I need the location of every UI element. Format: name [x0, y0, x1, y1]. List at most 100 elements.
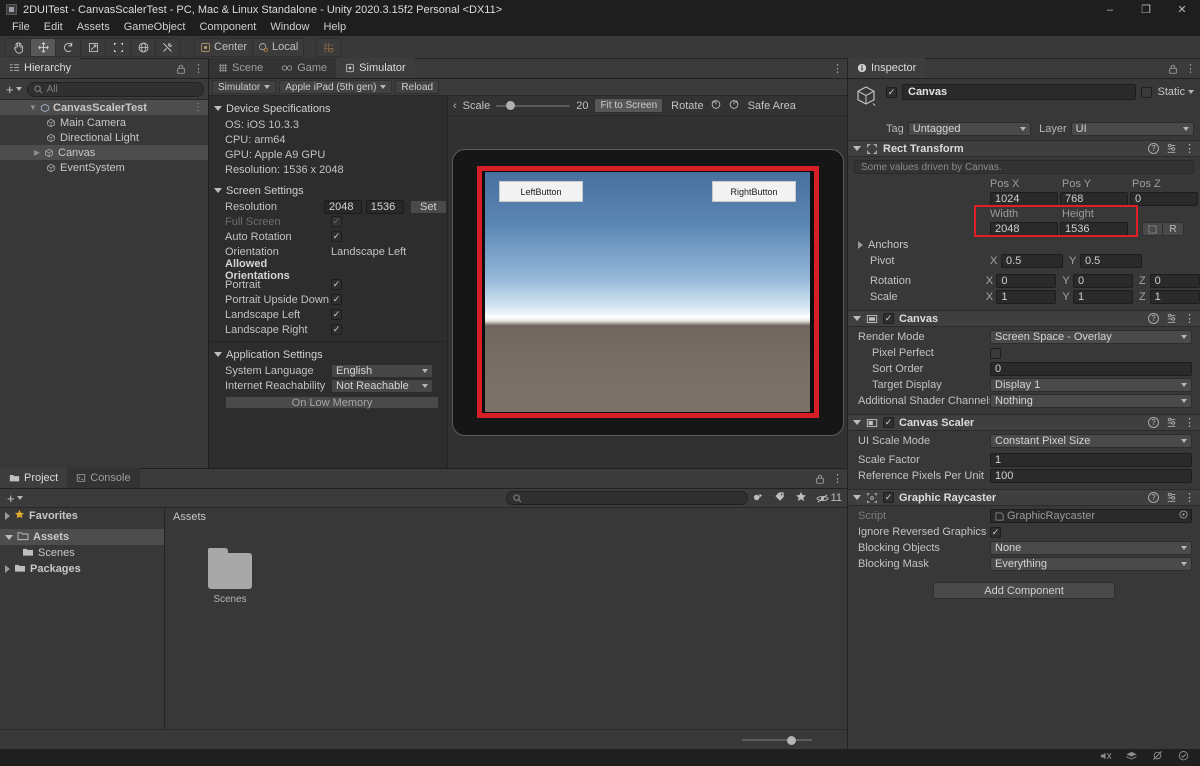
gameobject-enabled-checkbox[interactable]: ✓	[886, 86, 897, 98]
landscape-left-checkbox[interactable]: ✓	[331, 309, 342, 320]
help-icon[interactable]: ?	[1148, 417, 1159, 428]
device-specifications-header[interactable]: Device Specifications	[209, 100, 447, 117]
kebab-icon[interactable]: ⋮	[1184, 313, 1195, 324]
blueprint-icon[interactable]	[1142, 222, 1163, 236]
ignore-reversed-checkbox[interactable]: ✓	[990, 526, 1001, 538]
filter-type-icon[interactable]	[752, 491, 765, 506]
rotate-tool-button[interactable]	[55, 37, 80, 57]
pivot-mode-button[interactable]: Center	[194, 37, 253, 57]
rotation-z-input[interactable]: 0	[1149, 274, 1200, 288]
safe-area-button[interactable]: Safe Area	[748, 100, 796, 112]
auto-rotation-checkbox[interactable]: ✓	[331, 231, 342, 242]
chevron-right-icon[interactable]: ▶	[32, 148, 42, 157]
menu-gameobject[interactable]: GameObject	[117, 19, 193, 36]
preset-icon[interactable]	[1166, 417, 1177, 428]
height-input[interactable]: 1536	[1060, 222, 1128, 236]
collapse-icon[interactable]: ‹	[453, 100, 457, 112]
canvas-enabled-checkbox[interactable]: ✓	[883, 313, 894, 324]
close-button[interactable]: ✕	[1164, 0, 1200, 19]
help-icon[interactable]: ?	[1148, 313, 1159, 324]
kebab-icon[interactable]: ⋮	[1184, 492, 1195, 503]
simulator-mode-dropdown[interactable]: Simulator	[212, 80, 277, 94]
layers-status-icon[interactable]	[1125, 750, 1138, 765]
on-low-memory-button[interactable]: On Low Memory	[225, 396, 439, 409]
chevron-right-icon[interactable]	[5, 565, 10, 573]
chevron-down-icon[interactable]: ▼	[28, 103, 38, 112]
gameobject-name-input[interactable]: Canvas	[902, 84, 1137, 100]
sort-order-input[interactable]: 0	[990, 362, 1192, 376]
asset-item-scenes[interactable]: Scenes	[190, 548, 270, 605]
lock-icon[interactable]	[176, 64, 186, 75]
slider-knob[interactable]	[787, 735, 796, 745]
hierarchy-item-canvas[interactable]: ▶ Canvas	[0, 145, 208, 160]
menu-help[interactable]: Help	[316, 19, 353, 36]
filter-label-icon[interactable]	[774, 491, 786, 506]
project-tree-item-favorites[interactable]: Favorites	[0, 508, 164, 524]
canvas-component-header[interactable]: ✓ Canvas ? ⋮	[848, 310, 1200, 327]
reference-ppu-input[interactable]: 100	[990, 469, 1192, 483]
rect-tool-button[interactable]	[105, 37, 130, 57]
scale-slider[interactable]	[496, 100, 571, 112]
rotation-x-input[interactable]: 0	[996, 274, 1057, 288]
kebab-icon[interactable]: ⋮	[193, 102, 203, 113]
project-tree-item-scenes[interactable]: Scenes	[0, 545, 164, 561]
fit-to-screen-button[interactable]: Fit to Screen	[594, 98, 664, 113]
chevron-right-icon[interactable]	[858, 241, 863, 249]
menu-assets[interactable]: Assets	[70, 19, 117, 36]
render-mode-dropdown[interactable]: Screen Space - Overlay	[990, 330, 1192, 344]
hand-tool-button[interactable]	[5, 37, 30, 57]
pos-x-input[interactable]: 1024	[990, 192, 1058, 206]
project-tree-item-packages[interactable]: Packages	[0, 561, 164, 577]
kebab-icon[interactable]: ⋮	[193, 64, 204, 75]
preset-icon[interactable]	[1166, 492, 1177, 503]
transform-tool-button[interactable]	[130, 37, 155, 57]
landscape-right-checkbox[interactable]: ✓	[331, 324, 342, 335]
rotate-cw-icon[interactable]	[728, 98, 740, 113]
static-checkbox[interactable]	[1141, 86, 1153, 98]
minimize-button[interactable]: –	[1092, 0, 1128, 19]
hidden-items-indicator[interactable]: 11	[815, 492, 842, 504]
pixel-perfect-checkbox[interactable]	[990, 347, 1001, 359]
check-circle-icon[interactable]	[1177, 750, 1190, 765]
chevron-right-icon[interactable]	[5, 512, 10, 520]
move-tool-button[interactable]	[30, 37, 55, 57]
chevron-down-icon[interactable]	[853, 316, 861, 321]
preset-icon[interactable]	[1166, 143, 1177, 154]
blocking-mask-dropdown[interactable]: Everything	[990, 557, 1192, 571]
scale-x-input[interactable]: 1	[996, 290, 1057, 304]
width-input[interactable]: 2048	[990, 222, 1058, 236]
set-resolution-button[interactable]: Set	[409, 199, 447, 214]
ui-scale-mode-dropdown[interactable]: Constant Pixel Size	[990, 434, 1192, 448]
maximize-button[interactable]: ❐	[1128, 0, 1164, 19]
kebab-icon[interactable]: ⋮	[1184, 143, 1195, 154]
hierarchy-add-button[interactable]: +	[4, 82, 24, 97]
tab-hierarchy[interactable]: Hierarchy	[0, 58, 81, 78]
scale-factor-input[interactable]: 1	[990, 453, 1192, 467]
hierarchy-item-directional-light[interactable]: Directional Light	[0, 130, 208, 145]
tab-project[interactable]: Project	[0, 468, 68, 488]
tag-dropdown[interactable]: Untagged	[907, 122, 1032, 136]
application-settings-header[interactable]: Application Settings	[209, 346, 447, 363]
tab-game[interactable]: Game	[272, 58, 337, 78]
script-field[interactable]: GraphicRaycaster	[990, 509, 1192, 523]
tab-scene[interactable]: Scene	[209, 58, 273, 78]
menu-window[interactable]: Window	[263, 19, 316, 36]
anchors-row[interactable]: Anchors	[848, 237, 1200, 253]
rotation-y-input[interactable]: 0	[1072, 274, 1133, 288]
rotate-ccw-icon[interactable]	[710, 98, 722, 113]
left-button[interactable]: LeftButton	[499, 181, 583, 202]
graphic-raycaster-enabled-checkbox[interactable]: ✓	[883, 492, 894, 503]
kebab-icon[interactable]: ⋮	[1185, 64, 1196, 75]
full-screen-checkbox[interactable]: ✓	[331, 216, 342, 227]
system-language-dropdown[interactable]: English	[331, 363, 433, 378]
tab-console[interactable]: Console	[67, 468, 140, 488]
menu-file[interactable]: File	[5, 19, 37, 36]
kebab-icon[interactable]: ⋮	[832, 64, 843, 75]
lock-icon[interactable]	[1168, 64, 1178, 75]
resolution-width-input[interactable]: 2048	[324, 199, 362, 214]
rect-transform-header[interactable]: Rect Transform ? ⋮	[848, 140, 1200, 157]
internet-reachability-dropdown[interactable]: Not Reachable	[331, 378, 433, 393]
tab-inspector[interactable]: Inspector	[848, 58, 926, 78]
slider-knob[interactable]	[506, 101, 516, 110]
pivot-y-input[interactable]: 0.5	[1080, 254, 1142, 268]
